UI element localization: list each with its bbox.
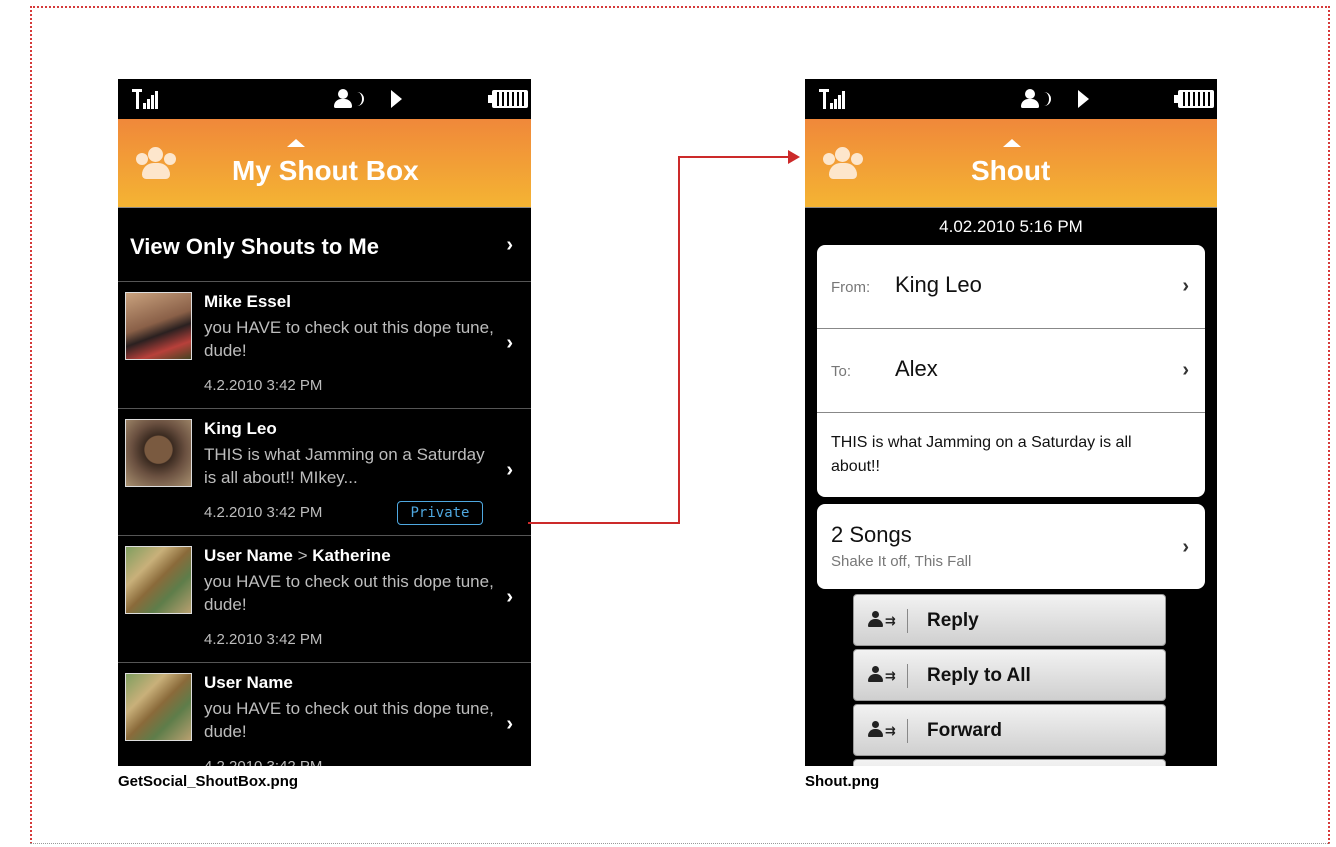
shout-sender-name: User Name bbox=[204, 546, 293, 565]
chevron-right-icon: › bbox=[506, 234, 513, 256]
reply-all-button[interactable]: ⇉ Reply to All bbox=[853, 649, 1166, 701]
avatar bbox=[125, 673, 192, 741]
shout-message-body: THIS is what Jamming on a Saturday is al… bbox=[831, 434, 1132, 475]
chevron-right-icon: › bbox=[1182, 359, 1189, 381]
chevron-right-icon: › bbox=[506, 332, 513, 354]
signal-icon bbox=[132, 89, 158, 109]
reply-all-label: Reply to All bbox=[927, 665, 1031, 686]
forward-icon: ⇉ bbox=[868, 721, 902, 741]
songs-title: 2 Songs bbox=[831, 522, 912, 547]
reply-button[interactable]: ⇉ Reply bbox=[853, 594, 1166, 646]
chevron-right-icon: › bbox=[506, 459, 513, 481]
shout-sender: King Leo bbox=[204, 419, 277, 438]
divider bbox=[907, 719, 908, 743]
shout-sender: Mike Essel bbox=[204, 292, 291, 311]
avatar bbox=[125, 292, 192, 360]
reply-icon: ⇉ bbox=[868, 611, 902, 631]
flow-connector bbox=[678, 156, 790, 158]
songs-card[interactable]: 2 Songs Shake It off, This Fall › bbox=[817, 504, 1205, 589]
shout-message: you HAVE to check out this dope tune, du… bbox=[204, 699, 494, 741]
chevron-right-icon: › bbox=[1182, 275, 1189, 297]
shout-time: 4.2.2010 3:42 PM bbox=[204, 377, 323, 394]
avatar bbox=[125, 546, 192, 614]
shout-message: you HAVE to check out this dope tune, du… bbox=[204, 572, 494, 614]
more-button[interactable] bbox=[853, 759, 1166, 766]
to-label: To: bbox=[831, 363, 852, 380]
chevron-right-icon: › bbox=[1182, 536, 1189, 558]
chevron-right-icon: › bbox=[506, 713, 513, 735]
page-title: Shout bbox=[971, 155, 1051, 186]
to-value: Alex bbox=[895, 356, 938, 381]
shout-box-screen: My Shout Box View Only Shouts to Me › Mi… bbox=[118, 79, 531, 766]
view-only-shouts-to-me[interactable]: View Only Shouts to Me › bbox=[118, 208, 531, 282]
reply-label: Reply bbox=[927, 610, 979, 631]
status-bar bbox=[118, 79, 531, 119]
to-field[interactable]: To: Alex › bbox=[817, 329, 1205, 413]
shout-sender: User Name > Katherine bbox=[204, 546, 391, 566]
forward-button[interactable]: ⇉ Forward bbox=[853, 704, 1166, 756]
person-audio-icon bbox=[334, 89, 366, 109]
reply-icon: ⇉ bbox=[868, 666, 902, 686]
caret-up-icon[interactable] bbox=[287, 139, 305, 147]
shout-row[interactable]: Mike Essel you HAVE to check out this do… bbox=[118, 282, 531, 409]
status-bar bbox=[805, 79, 1217, 119]
battery-icon bbox=[488, 90, 528, 108]
from-value: King Leo bbox=[895, 272, 982, 297]
divider bbox=[907, 609, 908, 633]
shout-time: 4.2.2010 3:42 PM bbox=[204, 758, 322, 766]
shout-detail-card: From: King Leo › To: Alex › THIS is what… bbox=[817, 245, 1205, 497]
signal-icon bbox=[819, 89, 845, 109]
shout-row[interactable]: King Leo THIS is what Jamming on a Satur… bbox=[118, 409, 531, 536]
chevron-right-icon: › bbox=[506, 586, 513, 608]
people-icon[interactable] bbox=[821, 145, 865, 183]
shout-row[interactable]: User Name > Katherine you HAVE to check … bbox=[118, 536, 531, 663]
left-caption: GetSocial_ShoutBox.png bbox=[118, 773, 299, 790]
title-bar: Shout bbox=[805, 119, 1217, 208]
shout-message: you HAVE to check out this dope tune, du… bbox=[204, 318, 494, 360]
flow-connector bbox=[528, 522, 680, 524]
private-badge: Private bbox=[397, 501, 483, 525]
page-title: My Shout Box bbox=[232, 155, 419, 186]
flow-connector bbox=[678, 156, 680, 524]
people-icon[interactable] bbox=[134, 145, 178, 183]
view-only-label: View Only Shouts to Me bbox=[130, 234, 379, 259]
play-icon bbox=[1078, 90, 1089, 108]
from-field[interactable]: From: King Leo › bbox=[817, 245, 1205, 329]
annotation-frame-bottom bbox=[30, 843, 1330, 844]
person-audio-icon bbox=[1021, 89, 1053, 109]
shout-time: 4.2.2010 3:42 PM bbox=[204, 631, 323, 648]
title-bar: My Shout Box bbox=[118, 119, 531, 208]
arrow-right-icon bbox=[788, 150, 800, 164]
shout-message: THIS is what Jamming on a Saturday is al… bbox=[204, 445, 485, 487]
divider bbox=[907, 664, 908, 688]
battery-icon bbox=[1174, 90, 1214, 108]
forward-label: Forward bbox=[927, 720, 1002, 741]
avatar bbox=[125, 419, 192, 487]
caret-up-icon[interactable] bbox=[1003, 139, 1021, 147]
recipient-separator: > bbox=[297, 546, 308, 565]
shout-date: 4.02.2010 5:16 PM bbox=[939, 217, 1083, 236]
shout-row[interactable]: User Name you HAVE to check out this dop… bbox=[118, 663, 531, 766]
from-label: From: bbox=[831, 279, 871, 296]
shout-time: 4.2.2010 3:42 PM bbox=[204, 504, 323, 521]
right-caption: Shout.png bbox=[805, 773, 880, 790]
shout-detail-screen: Shout 4.02.2010 5:16 PM From: King Leo ›… bbox=[805, 79, 1217, 766]
shout-sender: User Name bbox=[204, 673, 293, 692]
shout-recipient: Katherine bbox=[312, 546, 391, 565]
songs-subtitle: Shake It off, This Fall bbox=[831, 553, 972, 570]
play-icon bbox=[391, 90, 402, 108]
